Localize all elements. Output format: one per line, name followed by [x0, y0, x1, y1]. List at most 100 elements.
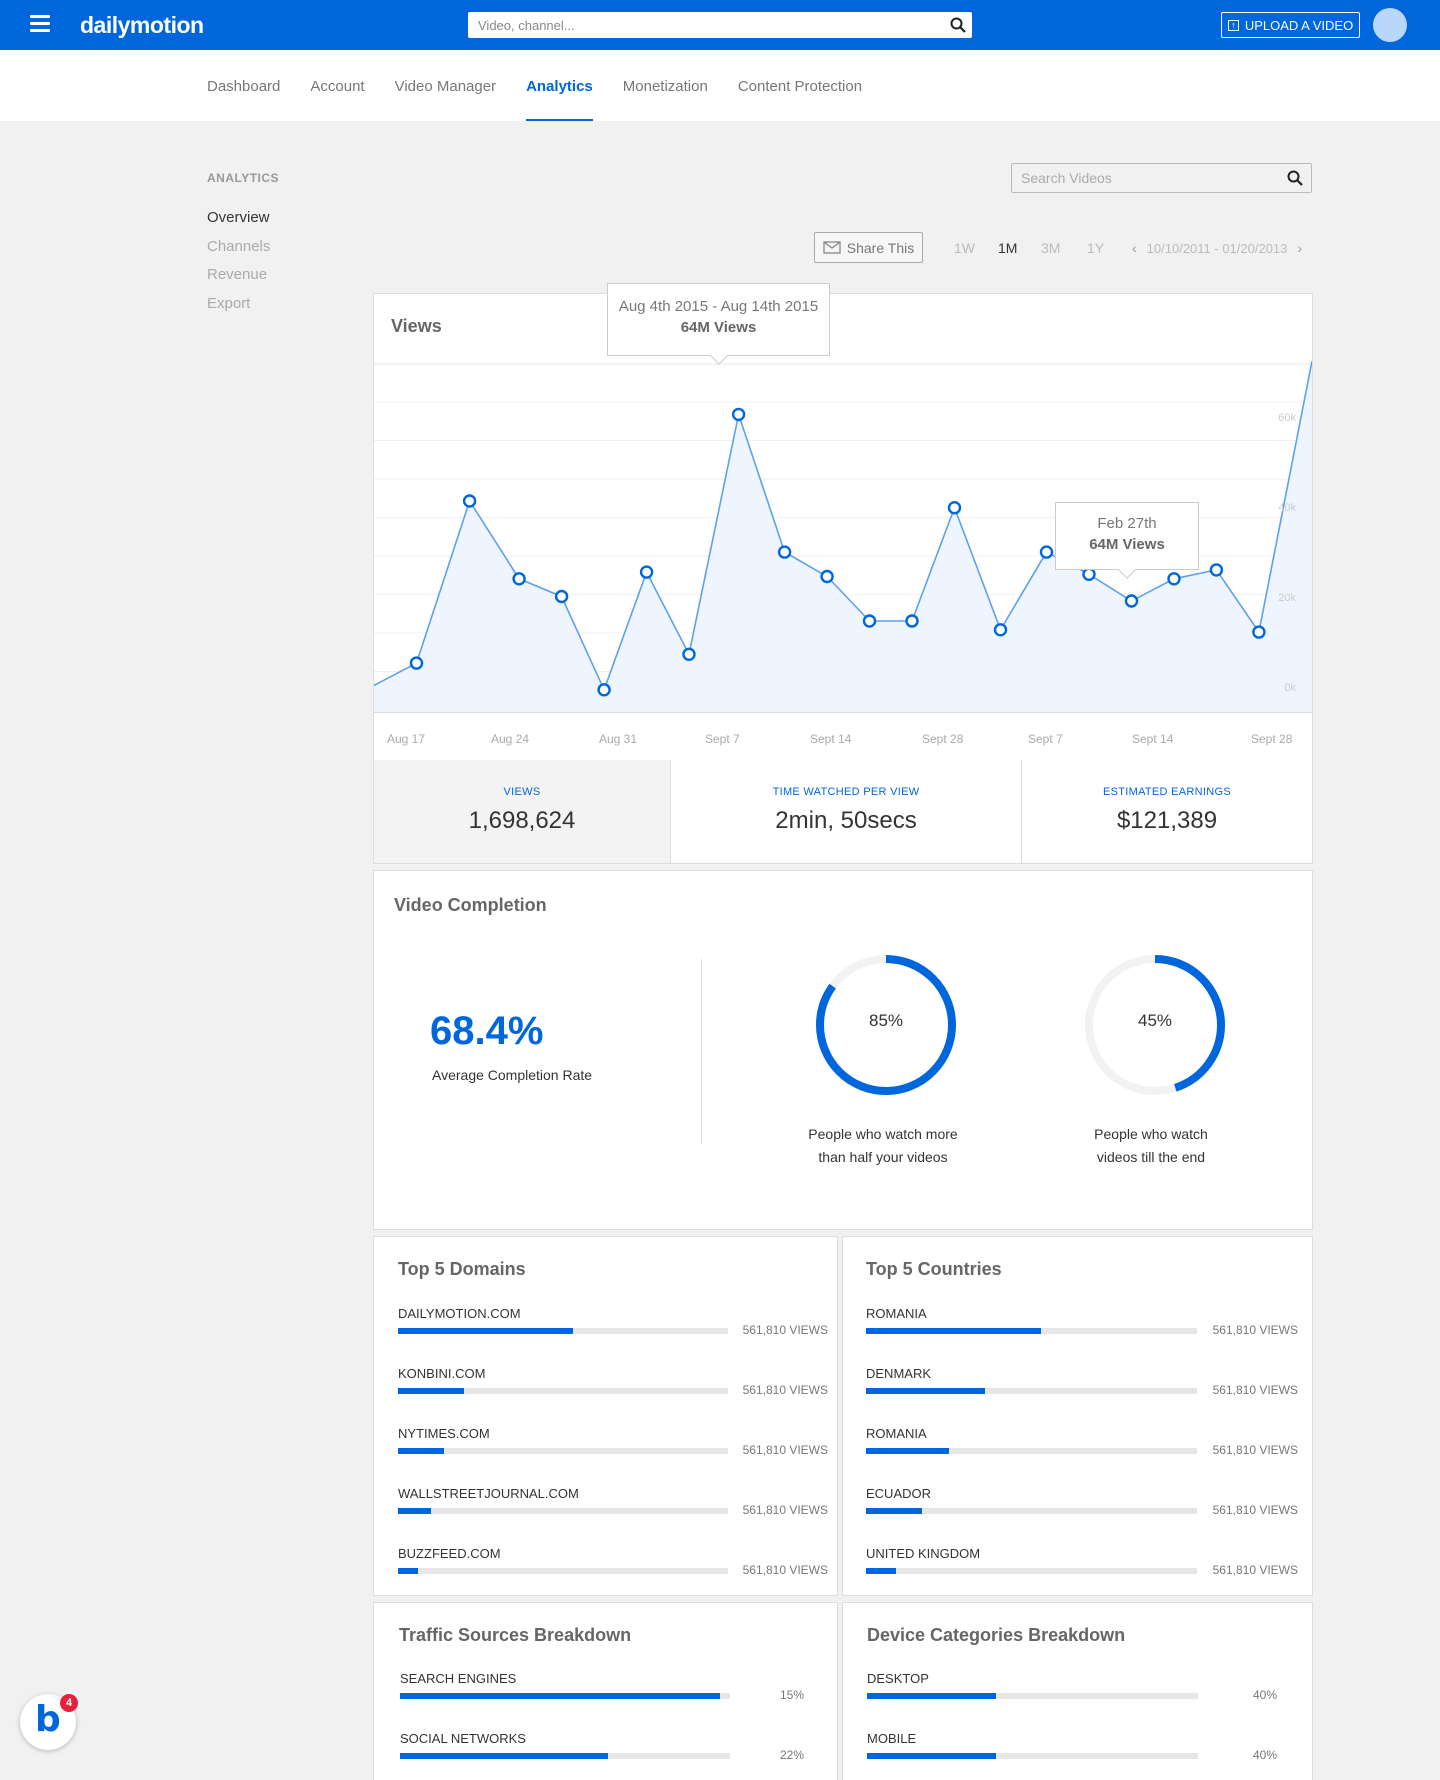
data-point[interactable] [639, 565, 654, 579]
peak-tooltip-date: Aug 4th 2015 - Aug 14th 2015 [618, 298, 819, 315]
data-point[interactable] [1039, 545, 1054, 559]
data-point[interactable] [597, 683, 611, 697]
bar-fill [866, 1328, 1042, 1334]
data-point[interactable] [947, 500, 962, 515]
bar-fill [866, 1508, 923, 1514]
bar-track [400, 1693, 730, 1699]
x-tick-label: Aug 17 [387, 732, 426, 746]
sidebar-item-channels[interactable]: Channels [207, 238, 270, 255]
data-point[interactable] [1167, 572, 1181, 586]
range-1y[interactable]: 1Y [1087, 240, 1104, 256]
tab-monetization[interactable]: Monetization [623, 50, 708, 121]
tab-content-protection[interactable]: Content Protection [738, 50, 862, 121]
row-value: 40% [1252, 1748, 1277, 1762]
date-range-text: 10/10/2011 - 01/20/2013 [1146, 240, 1288, 256]
stat-value: 2min, 50secs [775, 807, 917, 834]
data-point[interactable] [682, 647, 696, 661]
logo[interactable]: dailymotion [80, 12, 204, 39]
notification-badge[interactable]: b 4 [20, 1694, 78, 1750]
traffic-sources-card: Traffic Sources Breakdown SEARCH ENGINES… [373, 1602, 838, 1780]
menu-icon[interactable] [30, 15, 50, 33]
upload-video-button[interactable]: ↑ UPLOAD A VIDEO [1221, 12, 1360, 38]
row-value: 561,810 VIEWS [742, 1323, 828, 1337]
x-tick-label: Sept 28 [922, 732, 964, 746]
chevron-right-icon[interactable]: › [1297, 240, 1302, 256]
device-categories-card: Device Categories Breakdown DESKTOP 40% MO… [842, 1602, 1313, 1780]
y-tick-label: 20k [1278, 592, 1296, 604]
bar-track [398, 1328, 728, 1334]
y-tick-label: 60k [1278, 412, 1296, 424]
bar-track [866, 1568, 1197, 1574]
data-point[interactable] [1252, 625, 1266, 639]
stats-row: VIEWS 1,698,624 TIME WATCHED PER VIEW 2m… [373, 760, 1313, 864]
search-icon[interactable] [950, 17, 966, 38]
bar-track [866, 1328, 1197, 1334]
sidebar-item-overview[interactable]: Overview [207, 209, 270, 226]
tab-dashboard[interactable]: Dashboard [207, 50, 280, 121]
row-label: NYTIMES.COM [398, 1426, 490, 1441]
range-1m[interactable]: 1M [998, 240, 1017, 256]
row-label: MOBILE [867, 1731, 917, 1746]
bar-track [866, 1508, 1197, 1514]
data-point[interactable] [1124, 594, 1139, 608]
data-point[interactable] [554, 589, 569, 604]
row-label: WALLSTREETJOURNAL.COM [398, 1486, 579, 1501]
data-point[interactable] [731, 407, 746, 422]
video-search-box [1011, 163, 1312, 193]
donut-full-watchers-pct: 45% [1137, 1011, 1173, 1030]
traffic-sources-title: Traffic Sources Breakdown [399, 1625, 632, 1645]
row-value: 561,810 VIEWS [1212, 1323, 1298, 1337]
bar-fill [867, 1693, 997, 1699]
views-chart-card: Views 0k 20k 40k 60k Aug 17 Aug 24 Aug 31 Sept… [373, 283, 1313, 761]
data-point[interactable] [1082, 567, 1096, 581]
top-countries-card: Top 5 Countries ROMANIA 561,810 VIEWS DENM… [842, 1236, 1313, 1596]
upload-label: UPLOAD A VIDEO [1244, 17, 1354, 33]
search-icon[interactable] [1287, 170, 1303, 191]
stat-earnings: ESTIMATED EARNINGS $121,389 [1022, 760, 1312, 863]
bar-track [398, 1388, 728, 1394]
data-point[interactable] [409, 656, 424, 670]
video-search-input[interactable] [1012, 164, 1272, 192]
range-3m[interactable]: 3M [1041, 240, 1060, 256]
donut-half-watchers-caption: People who watch more than half your vid… [783, 1123, 983, 1169]
y-tick-label: 40k [1278, 502, 1296, 514]
data-point[interactable] [820, 569, 834, 584]
bar-track [866, 1388, 1197, 1394]
data-point[interactable] [1209, 563, 1224, 577]
x-tick-label: Sept 7 [705, 732, 740, 746]
row-label: SEARCH ENGINES [400, 1671, 517, 1686]
video-completion-card: Video Completion 68.4% Average Completio… [373, 870, 1313, 1230]
top-bar: dailymotion ↑ UPLOAD A VIDEO [0, 0, 1440, 50]
row-value: 561,810 VIEWS [742, 1563, 828, 1577]
bar-fill [398, 1448, 445, 1454]
main-nav: Dashboard Account Video Manager Analytics Mo… [0, 50, 1440, 121]
caption-line: videos till the end [1096, 1149, 1206, 1165]
share-button[interactable]: Share This [814, 232, 923, 263]
data-point[interactable] [462, 494, 477, 508]
chevron-left-icon[interactable]: ‹ [1132, 240, 1137, 256]
avatar[interactable] [1373, 8, 1407, 42]
top-domains-card: Top 5 Domains DAILYMOTION.COM 561,810 VIE… [373, 1236, 838, 1596]
x-tick-label: Aug 31 [599, 732, 638, 746]
tab-video-manager[interactable]: Video Manager [395, 50, 496, 121]
tab-account[interactable]: Account [310, 50, 364, 121]
bar-fill [866, 1568, 896, 1574]
caption-line: People who watch [1094, 1126, 1208, 1142]
data-point[interactable] [862, 614, 877, 628]
row-label: ROMANIA [866, 1306, 927, 1321]
data-point[interactable] [777, 545, 792, 559]
x-tick-label: Sept 14 [810, 732, 852, 746]
bar-fill [400, 1693, 721, 1699]
top-search-input[interactable] [468, 12, 928, 38]
tab-analytics[interactable]: Analytics [526, 50, 593, 121]
range-1w[interactable]: 1W [954, 240, 975, 256]
sidebar-item-revenue[interactable]: Revenue [207, 266, 267, 283]
sidebar-item-export[interactable]: Export [207, 295, 250, 312]
data-point[interactable] [993, 623, 1008, 637]
donut-half-watchers-pct: 85% [868, 1011, 904, 1030]
top-countries-title: Top 5 Countries [866, 1259, 1002, 1279]
bar-track [398, 1448, 728, 1454]
donut-full-watchers-caption: People who watch videos till the end [1051, 1123, 1251, 1169]
data-point[interactable] [905, 614, 919, 628]
data-point[interactable] [512, 572, 526, 586]
